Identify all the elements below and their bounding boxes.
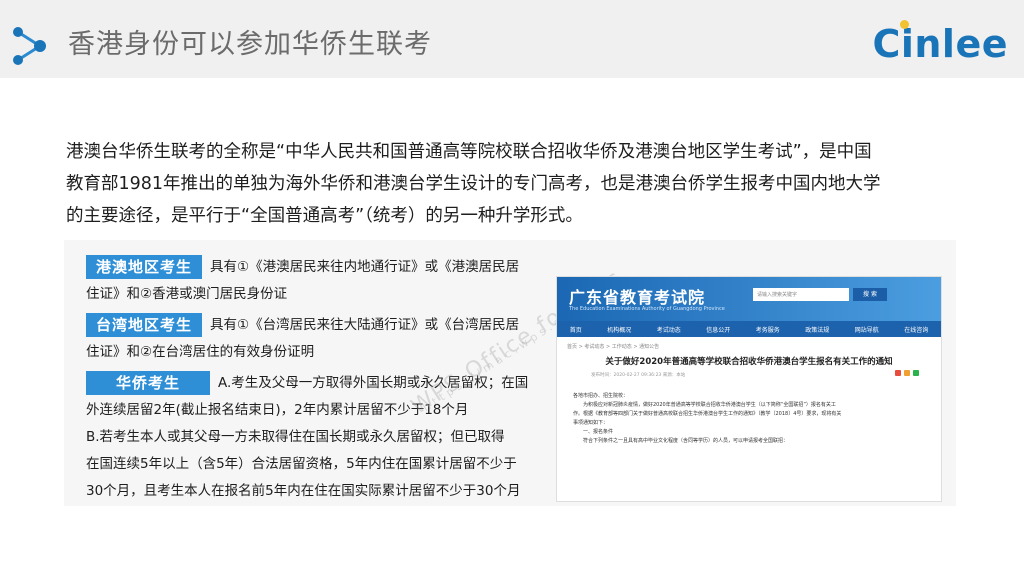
intro-paragraph: 港澳台华侨生联考的全称是“中华人民共和国普通高等院校联合招收华侨及港澳台地区学生… bbox=[66, 136, 966, 232]
overseas-chinese-text: 30个月，且考生本人在报名前5年内在住在国实际累计居留不少于30个月 bbox=[86, 483, 521, 499]
taiwan-text: 具有①《台湾居民来往大陆通行证》或《台湾居民居 bbox=[210, 317, 520, 333]
share-network-icon bbox=[13, 27, 46, 65]
web-nav-item[interactable]: 机构概况 bbox=[607, 325, 631, 334]
web-body-line: 一、报名条件 bbox=[583, 429, 614, 435]
eligibility-image: 港澳地区考生 具有①《港澳居民来往内地通行证》或《港澳居民居 住证》和②香港或澳门… bbox=[64, 240, 956, 506]
web-nav-item[interactable]: 在线咨询 bbox=[904, 325, 928, 334]
share-icon[interactable] bbox=[904, 370, 910, 376]
hk-macau-block: 港澳地区考生 具有①《港澳居民来往内地通行证》或《港澳居民居 住证》和②香港或澳门… bbox=[86, 254, 556, 308]
web-article-headline: 关于做好2020年普通高等学校联合招收华侨港澳台学生报名有关工作的通知 bbox=[605, 357, 893, 367]
web-site-subtitle: The Education Examinations Authority of … bbox=[569, 306, 725, 312]
cinlee-logo: Cinlee bbox=[872, 20, 1008, 66]
hk-macau-text: 具有①《港澳居民来往内地通行证》或《港澳居民居 bbox=[210, 259, 520, 275]
web-nav-item[interactable]: 考试动态 bbox=[657, 325, 681, 334]
overseas-chinese-block: 华侨考生 A.考生及父母一方取得外国长期或永久居留权；在国 外连续居留2年(截止报… bbox=[86, 370, 556, 505]
overseas-chinese-text: B.若考生本人或其父母一方未取得住在国长期或永久居留权；但已取得 bbox=[86, 429, 505, 445]
intro-line: 的主要途径，是平行于“全国普通高考”（统考）的另一种升学形式。 bbox=[66, 206, 583, 226]
web-nav-item[interactable]: 政策法规 bbox=[805, 325, 829, 334]
web-nav-item[interactable]: 信息公开 bbox=[706, 325, 730, 334]
web-body-line: 为积极应对新冠肺炎疫情，做好2020年普通高等学校联合招收华侨港澳台学生（以下简… bbox=[583, 402, 836, 408]
web-body-line: 各地市招办、招生院校： bbox=[573, 393, 629, 399]
web-nav-item[interactable]: 考务服务 bbox=[756, 325, 780, 334]
web-share-icons[interactable] bbox=[895, 370, 919, 376]
web-article-meta: 发布时间：2020-02-27 09:36:23 来源：本站 bbox=[557, 370, 941, 380]
web-body-line: 作。根据《教育部等四部门关于做好普通高校联合招生华侨港澳台学生工作的通知》（教学… bbox=[573, 411, 842, 417]
eligibility-list: 港澳地区考生 具有①《港澳居民来往内地通行证》或《港澳居民居 住证》和②香港或澳门… bbox=[86, 254, 556, 506]
web-breadcrumb: 首页 > 考试动态 > 工作动态 > 通知公告 bbox=[567, 344, 660, 350]
web-body-line: 事项通知如下： bbox=[573, 420, 609, 426]
web-site-title: 广东省教育考试院 bbox=[569, 288, 706, 307]
header-bar: 香港身份可以参加华侨生联考 Cinlee bbox=[0, 0, 1024, 78]
web-article-body: 各地市招办、招生院校： 为积极应对新冠肺炎疫情，做好2020年普通高等学校联合招… bbox=[557, 380, 941, 446]
overseas-chinese-text: 在国连续5年以上（含5年）合法居留资格，5年内住在国累计居留不少于 bbox=[86, 456, 517, 472]
web-nav-item[interactable]: 首页 bbox=[570, 325, 582, 334]
web-body-line: 符合下列条件之一且具有高中毕业文化程度（含同等学历）的人员，可以申请报考全国联招… bbox=[583, 438, 789, 444]
exam-authority-webpage: 广东省教育考试院 The Education Examinations Auth… bbox=[556, 276, 942, 502]
web-nav-item[interactable]: 网站导航 bbox=[855, 325, 879, 334]
web-article-date: 发布时间：2020-02-27 09:36:23 来源：本站 bbox=[591, 373, 686, 378]
hk-macau-tag: 港澳地区考生 bbox=[86, 255, 203, 279]
overseas-chinese-tag: 华侨考生 bbox=[86, 371, 211, 395]
taiwan-tag: 台湾地区考生 bbox=[86, 313, 203, 337]
overseas-chinese-text: 外连续居留2年(截止报名结束日)，2年内累计居留不少于18个月 bbox=[86, 402, 469, 418]
hk-macau-text: 住证》和②香港或澳门居民身份证 bbox=[86, 286, 288, 302]
share-icon[interactable] bbox=[895, 370, 901, 376]
web-search-input[interactable]: 请输入搜索关键字 bbox=[753, 288, 849, 301]
page-title: 香港身份可以参加华侨生联考 bbox=[68, 29, 432, 60]
intro-line: 港澳台华侨生联考的全称是“中华人民共和国普通高等院校联合招收华侨及港澳台地区学生… bbox=[66, 142, 872, 162]
share-icon[interactable] bbox=[913, 370, 919, 376]
web-search-button[interactable]: 搜 索 bbox=[853, 288, 887, 301]
web-banner: 广东省教育考试院 The Education Examinations Auth… bbox=[557, 277, 941, 321]
web-nav-bar: 首页 机构概况 考试动态 信息公开 考务服务 政策法规 网站导航 在线咨询 bbox=[557, 321, 941, 337]
intro-line: 教育部1981年推出的单独为海外华侨和港澳台学生设计的专门高考，也是港澳台侨学生… bbox=[66, 174, 881, 194]
